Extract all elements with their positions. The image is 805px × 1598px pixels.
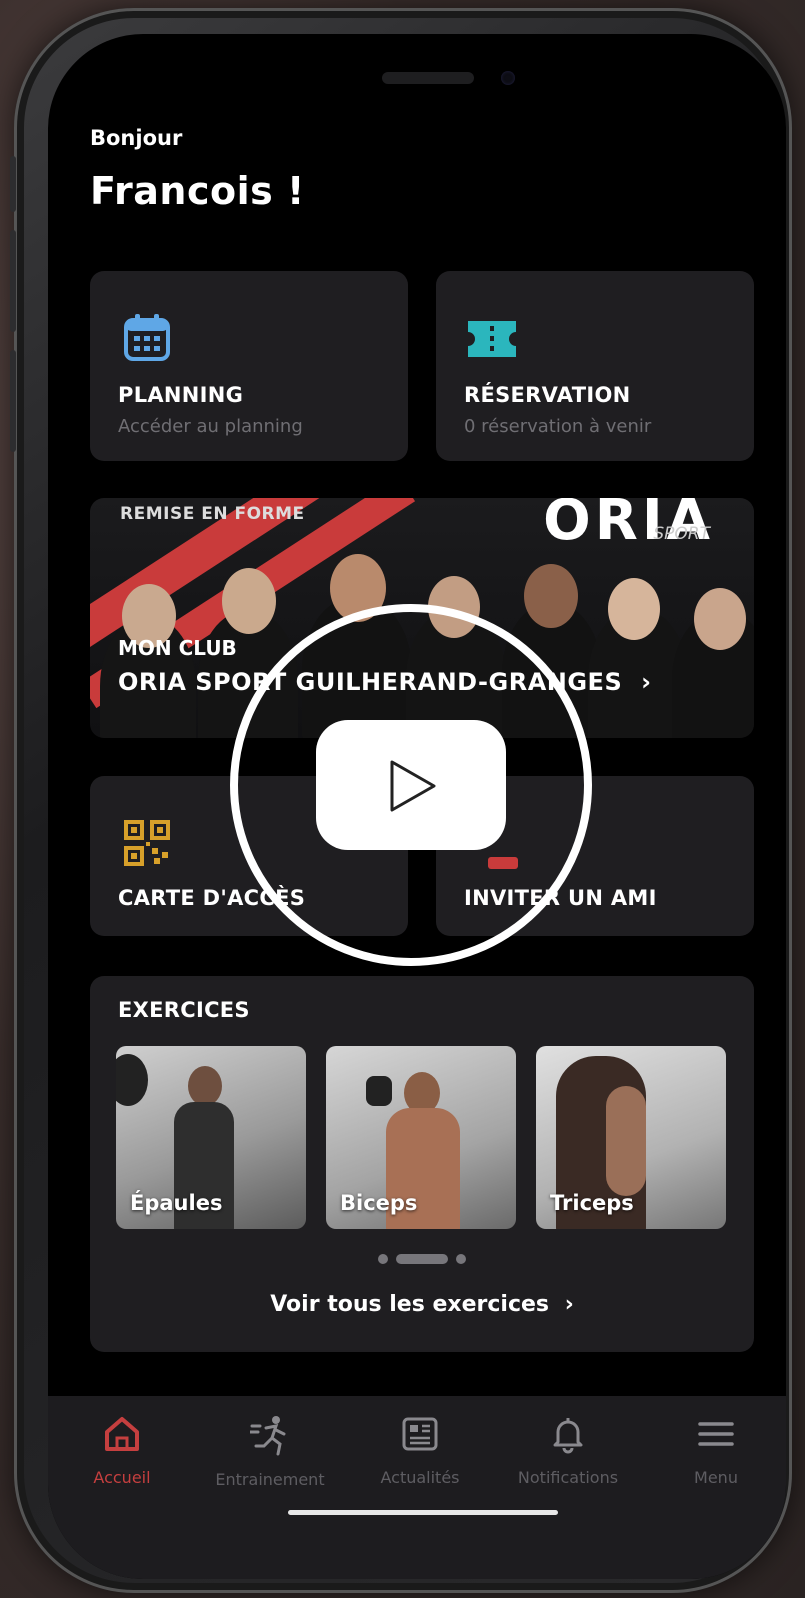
exercise-tile-biceps[interactable]: Biceps [326,1046,516,1229]
news-icon [400,1417,440,1458]
carousel-pagination [90,1248,754,1267]
pagination-dot[interactable] [456,1253,466,1264]
bottom-tab-bar: Accueil Entrainement Actualités Notifica… [48,1396,786,1579]
tab-label: Actualités [380,1468,460,1487]
banner-tagline: REMISE EN FORME [120,504,305,524]
tab-label: Notifications [517,1468,619,1487]
running-icon [248,1416,290,1460]
qr-code-icon [124,820,170,870]
speaker-grille [382,72,474,84]
club-label: MON CLUB [118,636,237,660]
exercise-figure [606,1086,646,1196]
tab-menu[interactable]: Menu [646,1414,786,1487]
tab-notifications[interactable]: Notifications [498,1414,638,1487]
planning-card[interactable]: PLANNING Accéder au planning [90,271,408,461]
see-all-label: Voir tous les exercices [270,1292,550,1317]
kettlebell-icon [116,1054,148,1106]
exercises-title: EXERCICES [118,998,250,1022]
menu-icon [696,1422,736,1458]
volume-down-button [10,350,16,452]
reservation-title: RÉSERVATION [464,383,631,407]
exercise-figure [188,1066,222,1106]
home-icon [102,1417,142,1458]
tab-accueil[interactable]: Accueil [52,1414,192,1487]
exercise-label: Épaules [130,1191,223,1215]
reservation-card[interactable]: RÉSERVATION 0 réservation à venir [436,271,754,461]
tab-actualites[interactable]: Actualités [350,1414,490,1487]
planning-title: PLANNING [118,383,244,407]
tab-label: Entrainement [215,1470,325,1489]
play-icon [388,758,438,818]
front-camera [501,71,515,85]
exercise-tile-shoulders[interactable]: Épaules [116,1046,306,1229]
reservation-subtitle: 0 réservation à venir [464,416,652,437]
tab-entrainement[interactable]: Entrainement [200,1414,340,1489]
see-all-exercises-link[interactable]: Voir tous les exercices › [90,1292,754,1317]
planning-subtitle: Accéder au planning [118,416,303,437]
home-indicator[interactable] [288,1510,558,1515]
mute-switch [10,156,16,212]
greeting-name: Francois ! [90,169,305,213]
exercises-section: EXERCICES Épaules Biceps Triceps Voir to… [90,976,754,1352]
calendar-icon [124,313,170,365]
chevron-right-icon: › [641,668,652,696]
exercise-label: Biceps [340,1191,418,1215]
brand-logo-sub: SPORT [653,524,710,544]
tab-label: Menu [694,1468,738,1487]
exercise-label: Triceps [550,1191,634,1215]
pagination-dot-active[interactable] [396,1253,448,1264]
pagination-dot[interactable] [378,1253,388,1264]
dumbbell-icon [366,1076,392,1106]
exercise-tile-triceps[interactable]: Triceps [536,1046,726,1229]
chevron-right-icon: › [564,1292,574,1317]
volume-up-button [10,230,16,332]
tab-label: Accueil [93,1468,151,1487]
ticket-icon [466,319,518,363]
bell-icon [548,1418,588,1458]
play-button[interactable] [316,720,506,850]
greeting-hello: Bonjour [90,126,183,150]
